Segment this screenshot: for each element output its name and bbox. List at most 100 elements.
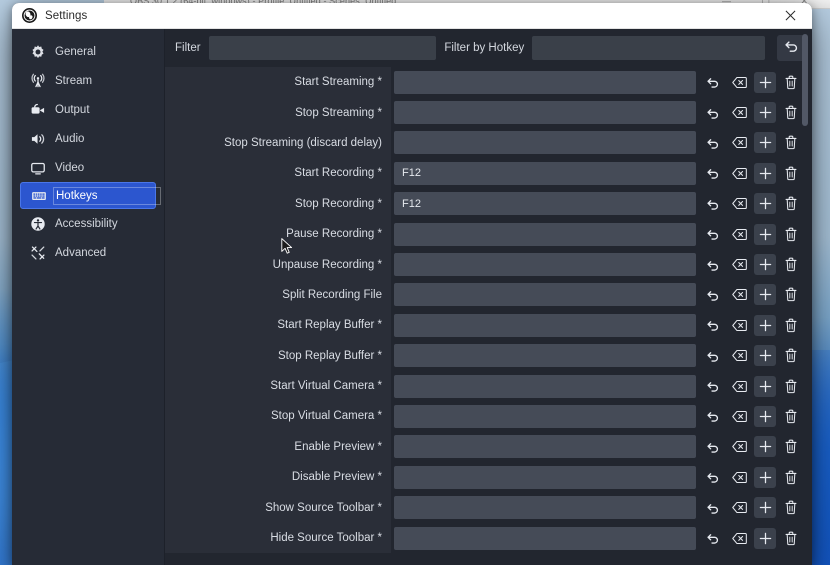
hotkey-input[interactable] xyxy=(394,435,696,459)
hotkey-input[interactable] xyxy=(394,253,696,277)
hotkey-input[interactable] xyxy=(394,465,696,489)
revert-hotkey-button[interactable] xyxy=(702,406,724,427)
hotkey-row-actions xyxy=(702,132,812,154)
sidebar-item-accessibility[interactable]: Accessibility xyxy=(20,209,156,238)
clear-hotkey-button[interactable] xyxy=(728,497,750,518)
clear-hotkey-button[interactable] xyxy=(728,376,750,397)
add-hotkey-button[interactable] xyxy=(754,102,776,124)
revert-hotkey-button[interactable] xyxy=(702,224,724,245)
revert-hotkey-button[interactable] xyxy=(702,254,724,275)
clear-hotkey-button[interactable] xyxy=(728,406,750,427)
add-hotkey-button[interactable] xyxy=(754,375,776,397)
hotkey-input[interactable] xyxy=(394,374,696,398)
filter-by-hotkey-input[interactable] xyxy=(532,36,765,60)
remove-hotkey-button[interactable] xyxy=(780,224,802,245)
add-hotkey-button[interactable] xyxy=(754,466,776,488)
remove-hotkey-button[interactable] xyxy=(780,284,802,305)
sidebar-item-output[interactable]: Output xyxy=(20,95,156,124)
plus-icon xyxy=(758,470,773,485)
add-hotkey-button[interactable] xyxy=(754,193,776,215)
revert-hotkey-button[interactable] xyxy=(702,102,724,123)
revert-hotkey-button[interactable] xyxy=(702,163,724,184)
revert-hotkey-button[interactable] xyxy=(702,467,724,488)
revert-hotkey-button[interactable] xyxy=(702,345,724,366)
clear-hotkey-button[interactable] xyxy=(728,193,750,214)
revert-hotkey-button[interactable] xyxy=(702,72,724,93)
revert-hotkey-button[interactable] xyxy=(702,284,724,305)
remove-hotkey-button[interactable] xyxy=(780,467,802,488)
revert-hotkey-button[interactable] xyxy=(702,193,724,214)
hotkey-input[interactable] xyxy=(394,222,696,246)
sidebar-item-video[interactable]: Video xyxy=(20,153,156,182)
revert-hotkey-button[interactable] xyxy=(702,132,724,153)
remove-hotkey-button[interactable] xyxy=(780,497,802,518)
clear-hotkey-button[interactable] xyxy=(728,284,750,305)
sidebar-item-label: Output xyxy=(55,103,90,116)
add-hotkey-button[interactable] xyxy=(754,284,776,306)
filter-input[interactable] xyxy=(208,36,437,60)
remove-hotkey-button[interactable] xyxy=(780,315,802,336)
sidebar-item-general[interactable]: General xyxy=(20,37,156,66)
clear-hotkey-button[interactable] xyxy=(728,72,750,93)
hotkey-input[interactable] xyxy=(394,404,696,428)
hotkey-input[interactable] xyxy=(394,131,696,155)
clear-hotkey-button[interactable] xyxy=(728,132,750,153)
remove-hotkey-button[interactable] xyxy=(780,72,802,93)
hotkey-input[interactable] xyxy=(394,344,696,368)
sidebar-item-hotkeys[interactable]: Hotkeys xyxy=(20,182,161,209)
add-hotkey-button[interactable] xyxy=(754,436,776,458)
remove-hotkey-button[interactable] xyxy=(780,436,802,457)
sidebar-item-advanced[interactable]: Advanced xyxy=(20,238,156,267)
remove-hotkey-button[interactable] xyxy=(780,132,802,153)
add-hotkey-button[interactable] xyxy=(754,254,776,276)
remove-hotkey-button[interactable] xyxy=(780,163,802,184)
clear-hotkey-button[interactable] xyxy=(728,224,750,245)
revert-hotkey-button[interactable] xyxy=(702,497,724,518)
revert-arrow-icon xyxy=(706,166,720,180)
revert-hotkey-button[interactable] xyxy=(702,528,724,549)
close-button[interactable] xyxy=(768,3,812,29)
scrollbar-thumb[interactable] xyxy=(802,34,808,126)
sidebar-item-stream[interactable]: Stream xyxy=(20,66,156,95)
add-hotkey-button[interactable] xyxy=(754,497,776,519)
hotkey-row-actions xyxy=(702,162,812,184)
hotkey-input[interactable] xyxy=(394,70,696,94)
revert-hotkey-button[interactable] xyxy=(702,376,724,397)
clear-hotkey-button[interactable] xyxy=(728,345,750,366)
hotkey-input[interactable] xyxy=(394,526,696,550)
hotkey-input[interactable] xyxy=(394,283,696,307)
clear-hotkey-button[interactable] xyxy=(728,467,750,488)
remove-hotkey-button[interactable] xyxy=(780,102,802,123)
add-hotkey-button[interactable] xyxy=(754,345,776,367)
remove-hotkey-button[interactable] xyxy=(780,254,802,275)
remove-hotkey-button[interactable] xyxy=(780,345,802,366)
sidebar-item-audio[interactable]: Audio xyxy=(20,124,156,153)
clear-hotkey-button[interactable] xyxy=(728,315,750,336)
add-hotkey-button[interactable] xyxy=(754,132,776,154)
add-hotkey-button[interactable] xyxy=(754,162,776,184)
clear-hotkey-button[interactable] xyxy=(728,163,750,184)
hotkey-input[interactable] xyxy=(394,192,696,216)
clear-hotkey-button[interactable] xyxy=(728,254,750,275)
add-hotkey-button[interactable] xyxy=(754,223,776,245)
clear-hotkey-button[interactable] xyxy=(728,528,750,549)
clear-hotkey-button[interactable] xyxy=(728,102,750,123)
remove-hotkey-button[interactable] xyxy=(780,376,802,397)
revert-hotkey-button[interactable] xyxy=(702,436,724,457)
hotkey-input[interactable] xyxy=(394,313,696,337)
add-hotkey-button[interactable] xyxy=(754,405,776,427)
hotkey-input[interactable] xyxy=(394,101,696,125)
remove-hotkey-button[interactable] xyxy=(780,528,802,549)
add-hotkey-button[interactable] xyxy=(754,71,776,93)
hotkey-input[interactable] xyxy=(394,496,696,520)
hotkey-list-scrollbar[interactable] xyxy=(802,31,810,563)
hotkey-input[interactable] xyxy=(394,161,696,185)
plus-icon xyxy=(758,439,773,454)
add-hotkey-button[interactable] xyxy=(754,527,776,549)
dialog-titlebar[interactable]: Settings xyxy=(12,3,812,29)
clear-hotkey-button[interactable] xyxy=(728,436,750,457)
remove-hotkey-button[interactable] xyxy=(780,406,802,427)
revert-hotkey-button[interactable] xyxy=(702,315,724,336)
add-hotkey-button[interactable] xyxy=(754,314,776,336)
remove-hotkey-button[interactable] xyxy=(780,193,802,214)
